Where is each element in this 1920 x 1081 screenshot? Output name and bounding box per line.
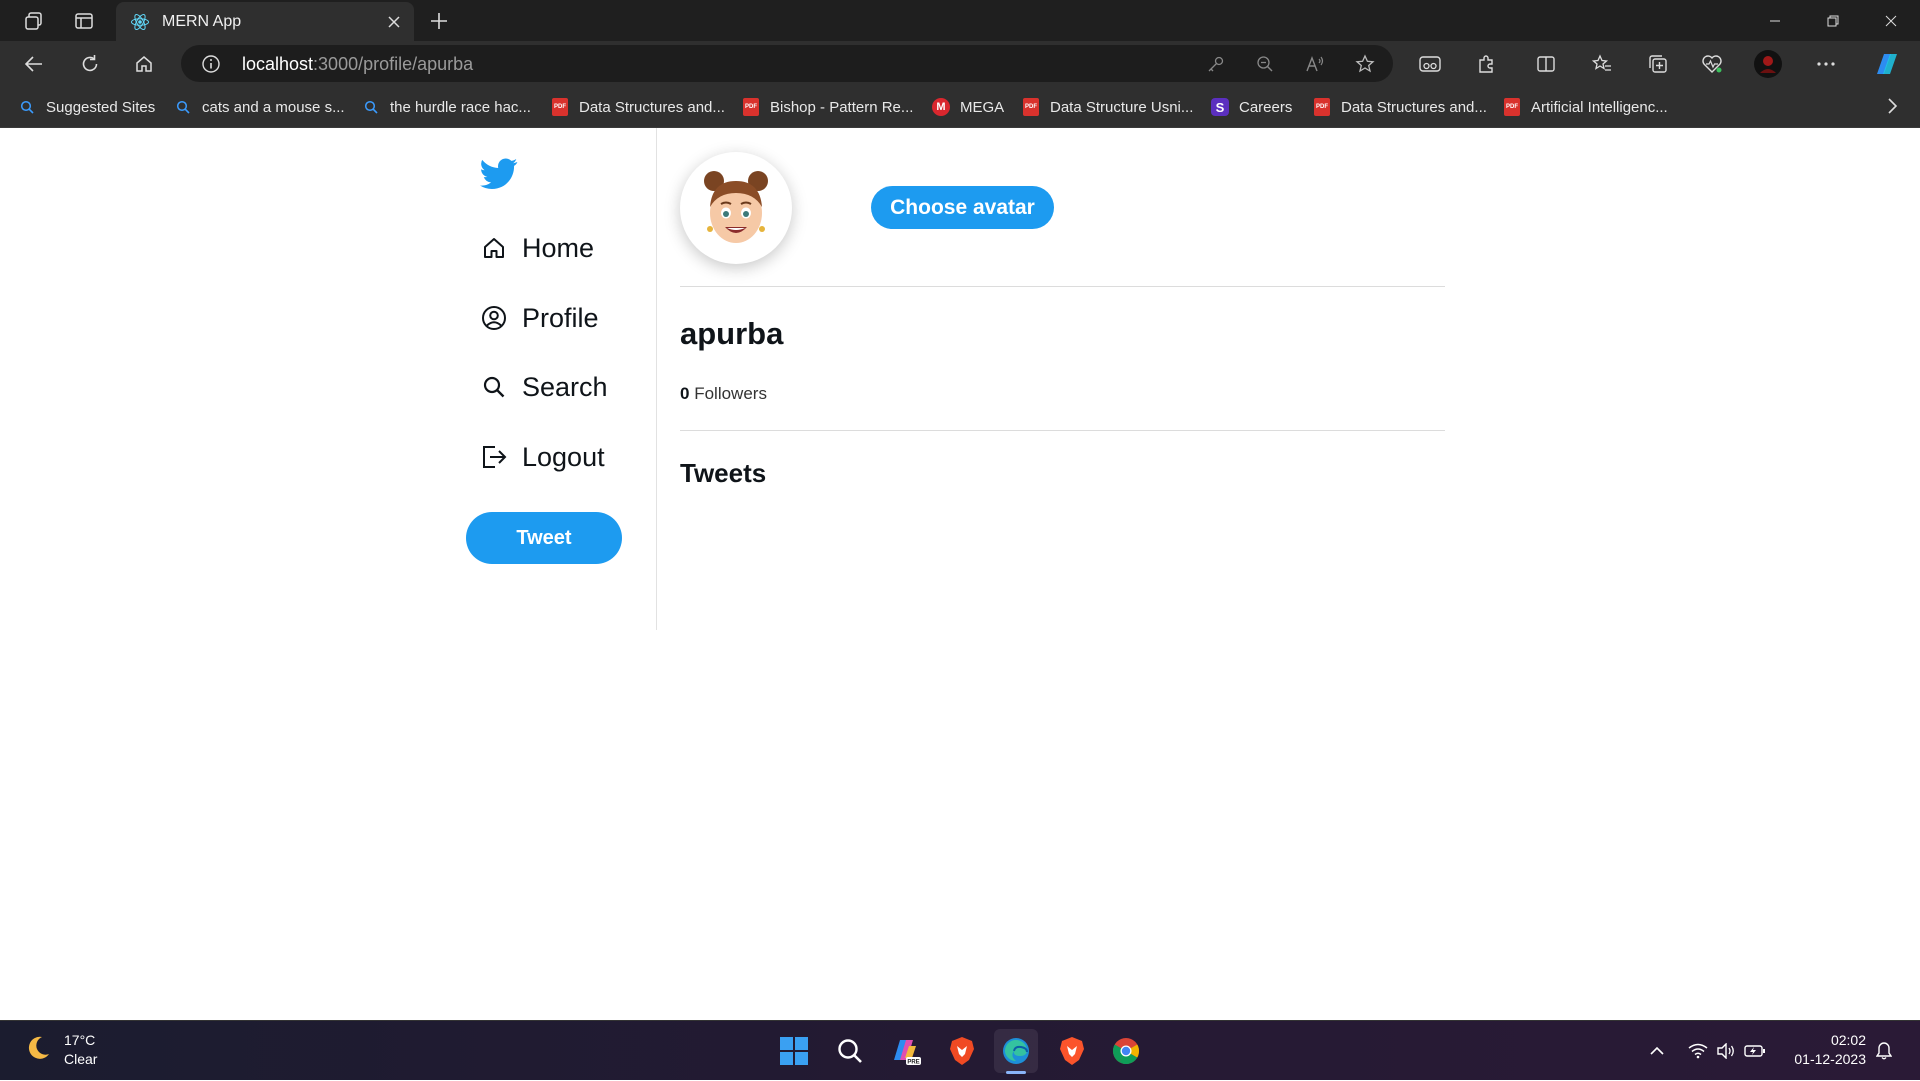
tweet-button[interactable]: Tweet [466, 512, 622, 564]
sidebar-item-home[interactable]: Home [480, 226, 594, 270]
bookmark-item[interactable]: PDF Data Structures and... [551, 86, 725, 128]
bookmark-item[interactable]: S Careers [1211, 86, 1292, 128]
bookmark-item[interactable]: PDF Data Structure Usni... [1022, 86, 1193, 128]
bookmark-item[interactable]: the hurdle race hac... [362, 86, 531, 128]
pdf-icon: PDF [1022, 98, 1040, 116]
address-toolbar: localhost:3000/profile/apurba [0, 41, 1920, 86]
active-app-indicator [1006, 1071, 1026, 1074]
read-aloud-icon[interactable] [1304, 53, 1326, 75]
followers-count: 0 Followers [680, 384, 767, 403]
bookmark-item[interactable]: cats and a mouse s... [174, 86, 345, 128]
new-tab-icon[interactable] [424, 6, 454, 36]
pdf-icon: PDF [1313, 98, 1331, 116]
close-window-icon[interactable] [1862, 0, 1920, 41]
search-icon[interactable] [828, 1029, 872, 1073]
chevron-right-icon[interactable] [1886, 97, 1898, 120]
divider [680, 286, 1445, 287]
search-icon [174, 98, 192, 116]
restore-icon[interactable] [1804, 0, 1862, 41]
volume-icon[interactable] [1713, 1021, 1739, 1081]
pdf-icon: PDF [742, 98, 760, 116]
profile-username: apurba [680, 316, 784, 351]
zoom-icon[interactable] [1254, 53, 1276, 75]
svg-text:PRE: PRE [907, 1060, 919, 1066]
wifi-icon[interactable] [1685, 1021, 1711, 1081]
url-text: localhost:3000/profile/apurba [242, 54, 474, 74]
sidebar-item-logout[interactable]: Logout [480, 435, 605, 479]
pdf-icon: PDF [551, 98, 569, 116]
split-screen-icon[interactable] [1524, 41, 1568, 86]
sidebar-item-search[interactable]: Search [480, 365, 608, 409]
search-icon [362, 98, 380, 116]
react-icon [130, 12, 150, 32]
back-icon[interactable] [12, 41, 56, 86]
s-icon: S [1211, 98, 1229, 116]
profile-avatar-icon[interactable] [1746, 41, 1790, 86]
chrome-icon[interactable] [1104, 1029, 1148, 1073]
page-content: Home Profile Search Logout Tweet Choose … [0, 128, 1920, 1020]
twitter-logo-icon[interactable] [480, 158, 518, 195]
moon-icon [22, 1033, 52, 1068]
avatar [680, 152, 792, 264]
edge-icon[interactable] [994, 1029, 1038, 1073]
sidebar: Home Profile Search Logout Tweet [462, 128, 657, 630]
tab-title: MERN App [162, 12, 242, 30]
tab-mern-app[interactable]: MERN App [116, 2, 414, 41]
divider [680, 430, 1445, 431]
search-icon [18, 98, 36, 116]
site-info-icon[interactable] [201, 54, 221, 79]
browser-essentials-icon[interactable] [1690, 41, 1734, 86]
mega-icon: M [932, 98, 950, 116]
workspaces-icon[interactable] [14, 0, 54, 41]
favorites-icon[interactable] [1580, 41, 1624, 86]
weather-condition: Clear [64, 1051, 98, 1067]
weather-widget[interactable]: 17°C Clear [22, 1031, 97, 1069]
choose-avatar-button[interactable]: Choose avatar [871, 186, 1054, 229]
brave-nightly-icon[interactable] [940, 1029, 984, 1073]
copilot-preview-icon[interactable]: PRE [884, 1029, 928, 1073]
minimize-icon[interactable] [1746, 0, 1804, 41]
favorite-star-icon[interactable] [1354, 53, 1376, 75]
search-icon [480, 373, 508, 401]
temperature: 17°C [64, 1032, 96, 1048]
chevron-up-icon[interactable] [1646, 1021, 1668, 1081]
more-menu-icon[interactable] [1804, 41, 1848, 86]
clock-time: 02:02 [1830, 1032, 1866, 1048]
pdf-icon: PDF [1503, 98, 1521, 116]
bookmark-item[interactable]: PDF Bishop - Pattern Re... [742, 86, 913, 128]
home-icon[interactable] [122, 41, 166, 86]
clock-date: 01-12-2023 [1794, 1051, 1866, 1067]
brave-icon[interactable] [1050, 1029, 1094, 1073]
tab-actions-icon[interactable] [64, 0, 104, 41]
bookmark-item[interactable]: M MEGA [932, 86, 1004, 128]
system-clock[interactable]: 02:02 01-12-2023 [1794, 1031, 1866, 1069]
logout-icon [480, 443, 508, 471]
collections-icon[interactable] [1636, 41, 1680, 86]
user-circle-icon [480, 304, 508, 332]
address-bar[interactable]: localhost:3000/profile/apurba [181, 45, 1393, 82]
copilot-icon[interactable] [1864, 41, 1908, 86]
taskbar: 17°C Clear PRE 02:02 01-12-2023 [0, 1020, 1920, 1080]
home-icon [480, 234, 508, 262]
bookmark-item[interactable]: Suggested Sites [18, 86, 155, 128]
refresh-icon[interactable] [68, 41, 112, 86]
tweets-heading: Tweets [680, 458, 767, 488]
key-icon[interactable] [1205, 53, 1227, 75]
battery-charging-icon[interactable] [1742, 1021, 1768, 1081]
extensions-icon[interactable] [1464, 41, 1508, 86]
sidebar-item-profile[interactable]: Profile [480, 296, 599, 340]
notification-bell-icon[interactable] [1872, 1021, 1896, 1081]
browser-title-bar: MERN App [0, 0, 1920, 41]
windows-start-icon[interactable] [772, 1029, 816, 1073]
bookmark-item[interactable]: PDF Data Structures and... [1313, 86, 1487, 128]
bookmarks-bar: Suggested Sites cats and a mouse s... th… [0, 86, 1920, 128]
memoji-avatar-icon [704, 171, 768, 243]
close-tab-icon[interactable] [384, 12, 404, 32]
bookmark-item[interactable]: PDF Artificial Intelligenc... [1503, 86, 1668, 128]
reading-view-icon[interactable] [1408, 41, 1452, 86]
